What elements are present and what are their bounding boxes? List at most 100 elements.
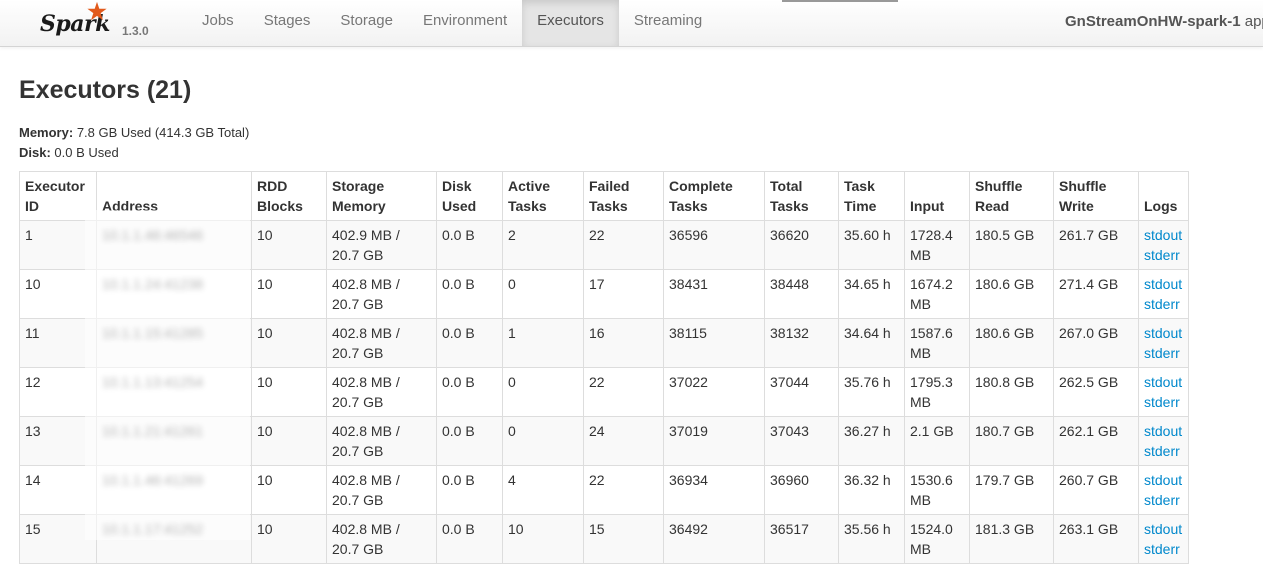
column-header[interactable]: RDD Blocks xyxy=(251,171,327,221)
column-header-line xyxy=(910,176,964,196)
cell-line: 20.7 GB xyxy=(332,296,384,312)
cell-task-time: 35.60 h xyxy=(838,220,905,270)
spark-logo[interactable]: Spark 1.3.0 xyxy=(38,1,158,42)
cell-active-tasks: 1 xyxy=(502,318,584,368)
cell-total-tasks: 38448 xyxy=(764,269,839,319)
log-link-stdout[interactable]: stdout xyxy=(1144,225,1183,245)
log-link-stdout[interactable]: stdout xyxy=(1144,372,1183,392)
cell-line: 402.8 MB / xyxy=(332,325,400,341)
log-link-stdout[interactable]: stdout xyxy=(1144,470,1183,490)
cell-complete-tasks: 38431 xyxy=(663,269,765,319)
cell-input: 1587.6 MB xyxy=(904,318,970,368)
cell-complete-tasks: 36492 xyxy=(663,514,765,564)
cell-line: 402.9 MB / xyxy=(332,227,400,243)
column-header-line: Blocks xyxy=(257,198,303,214)
app-name: GnStreamOnHW-spark-1 app xyxy=(1065,13,1263,30)
cell-total-tasks: 36960 xyxy=(764,465,839,515)
log-link-stderr[interactable]: stderr xyxy=(1144,245,1183,265)
cell-disk-used: 0.0 B xyxy=(436,269,503,319)
column-header[interactable]: Disk Used xyxy=(436,171,503,221)
cell-shuffle-read: 179.7 GB xyxy=(969,465,1054,515)
log-link-stdout[interactable]: stdout xyxy=(1144,274,1183,294)
cell-input: 1524.0 MB xyxy=(904,514,970,564)
cell-task-time: 35.56 h xyxy=(838,514,905,564)
cell-logs: stdout stderr xyxy=(1138,465,1189,515)
cell-line: MB xyxy=(910,247,931,263)
log-link-stderr[interactable]: stderr xyxy=(1144,490,1183,510)
column-header[interactable]: Total Tasks xyxy=(764,171,839,221)
column-header-line: Shuffle xyxy=(1059,178,1107,194)
column-header-line: Memory xyxy=(332,198,386,214)
cell-line: 1728.4 xyxy=(910,227,953,243)
column-header-line: Storage xyxy=(332,178,385,194)
tab-jobs[interactable]: Jobs xyxy=(187,0,249,46)
cell-shuffle-write: 263.1 GB xyxy=(1053,514,1139,564)
cell-failed-tasks: 22 xyxy=(583,465,664,515)
log-link-stderr[interactable]: stderr xyxy=(1144,294,1183,314)
cell-input: 2.1 GB xyxy=(904,416,970,466)
column-header-line: Input xyxy=(910,198,945,214)
cell-logs: stdout stderr xyxy=(1138,318,1189,368)
column-header[interactable]: Shuffle Read xyxy=(969,171,1054,221)
log-link-stderr[interactable]: stderr xyxy=(1144,539,1183,559)
tab-streaming[interactable]: Streaming xyxy=(619,0,717,46)
cell-logs: stdout stderr xyxy=(1138,220,1189,270)
column-header-line: Time xyxy=(844,198,877,214)
cell-storage-memory: 402.8 MB / 20.7 GB xyxy=(326,318,437,368)
column-header[interactable]: Shuffle Write xyxy=(1053,171,1139,221)
tab-environment[interactable]: Environment xyxy=(408,0,522,46)
navbar: Spark 1.3.0 Jobs Stages Storage Environment… xyxy=(0,0,1263,47)
cell-shuffle-read: 180.7 GB xyxy=(969,416,1054,466)
cell-line: 402.8 MB / xyxy=(332,521,400,537)
cell-rdd-blocks: 10 xyxy=(251,220,327,270)
cell-failed-tasks: 24 xyxy=(583,416,664,466)
column-header[interactable]: Storage Memory xyxy=(326,171,437,221)
column-header[interactable]: Complete Tasks xyxy=(663,171,765,221)
cell-shuffle-write: 260.7 GB xyxy=(1053,465,1139,515)
column-header[interactable]: Active Tasks xyxy=(502,171,584,221)
cell-failed-tasks: 22 xyxy=(583,367,664,417)
tab-storage[interactable]: Storage xyxy=(325,0,408,46)
tab-stages[interactable]: Stages xyxy=(249,0,326,46)
column-header[interactable]: Task Time xyxy=(838,171,905,221)
column-header-line: Read xyxy=(975,198,1010,214)
memory-label: Memory: xyxy=(19,125,74,140)
cell-rdd-blocks: 10 xyxy=(251,465,327,515)
column-header[interactable]: Input xyxy=(904,171,970,221)
cell-active-tasks: 10 xyxy=(502,514,584,564)
column-header[interactable]: Logs xyxy=(1138,171,1189,221)
cell-shuffle-read: 180.5 GB xyxy=(969,220,1054,270)
cell-active-tasks: 4 xyxy=(502,465,584,515)
column-header-line: Executor xyxy=(25,178,85,194)
log-link-stderr[interactable]: stderr xyxy=(1144,343,1183,363)
log-link-stdout[interactable]: stdout xyxy=(1144,421,1183,441)
cell-disk-used: 0.0 B xyxy=(436,416,503,466)
app-name-title: GnStreamOnHW-spark-1 xyxy=(1065,13,1241,30)
cell-task-time: 36.32 h xyxy=(838,465,905,515)
cell-total-tasks: 37043 xyxy=(764,416,839,466)
cell-disk-used: 0.0 B xyxy=(436,367,503,417)
cell-task-time: 35.76 h xyxy=(838,367,905,417)
tab-executors[interactable]: Executors xyxy=(522,0,619,46)
cell-shuffle-write: 271.4 GB xyxy=(1053,269,1139,319)
cell-line: 402.8 MB / xyxy=(332,276,400,292)
cell-line: MB xyxy=(910,541,931,557)
log-link-stderr[interactable]: stderr xyxy=(1144,441,1183,461)
cell-line: 20.7 GB xyxy=(332,345,384,361)
log-link-stdout[interactable]: stdout xyxy=(1144,323,1183,343)
cell-storage-memory: 402.8 MB / 20.7 GB xyxy=(326,465,437,515)
cell-line: 1674.2 xyxy=(910,276,953,292)
log-link-stderr[interactable]: stderr xyxy=(1144,392,1183,412)
cell-rdd-blocks: 10 xyxy=(251,514,327,564)
disk-value: 0.0 B Used xyxy=(54,145,119,160)
column-header[interactable]: Failed Tasks xyxy=(583,171,664,221)
column-header-line: Tasks xyxy=(589,198,628,214)
column-header-line: Tasks xyxy=(669,198,708,214)
cell-total-tasks: 36517 xyxy=(764,514,839,564)
cell-shuffle-write: 261.7 GB xyxy=(1053,220,1139,270)
cell-line: MB xyxy=(910,394,931,410)
cell-logs: stdout stderr xyxy=(1138,514,1189,564)
log-link-stdout[interactable]: stdout xyxy=(1144,519,1183,539)
cell-storage-memory: 402.8 MB / 20.7 GB xyxy=(326,367,437,417)
column-header-line: Logs xyxy=(1144,198,1178,214)
